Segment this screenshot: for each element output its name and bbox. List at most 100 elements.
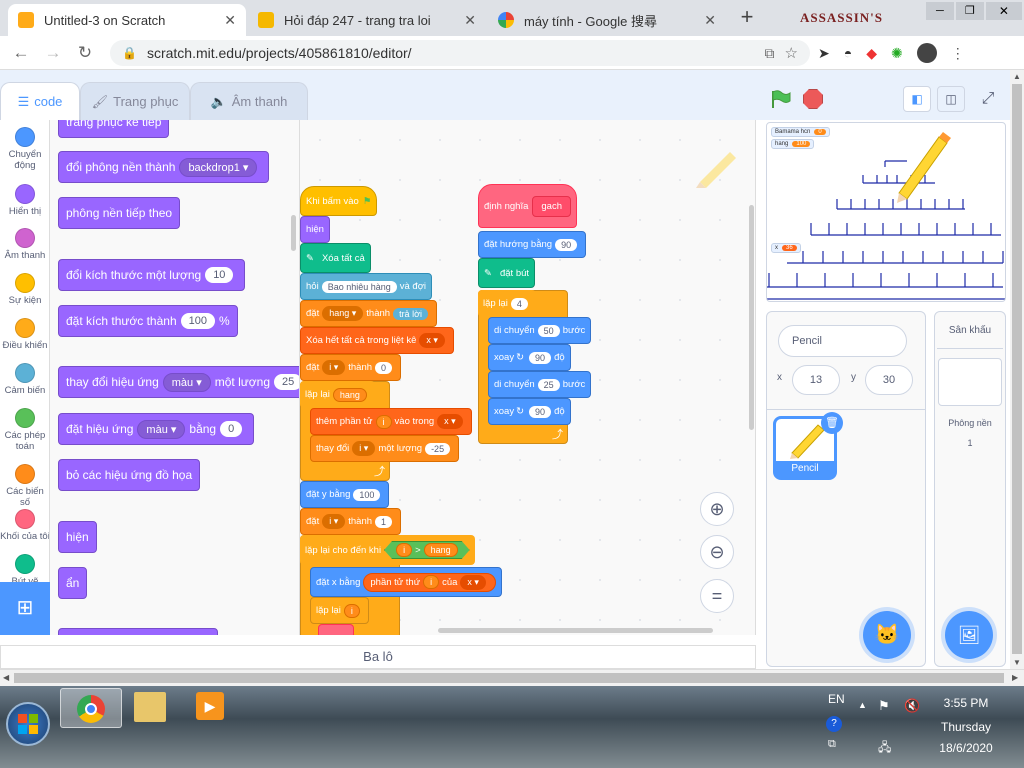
category-events[interactable]: Sự kiện <box>0 273 49 306</box>
palette-block-next-costume[interactable]: trang phục kế tiếp <box>58 120 170 138</box>
set-i-one-block[interactable]: đặt i ▾ thành 1 <box>300 508 402 535</box>
effect-amount-input[interactable]: 25 <box>274 374 299 390</box>
help-icon[interactable]: ? <box>826 716 842 732</box>
scroll-up-icon[interactable]: ▲ <box>1013 72 1021 81</box>
delete-all-of-list-block[interactable]: Xóa hết tất cả trong liệt kê x ▾ <box>300 327 454 354</box>
repeat-count-input[interactable]: 4 <box>510 297 528 310</box>
list-dropdown[interactable]: x ▾ <box>460 574 486 590</box>
cursor-extension-icon[interactable]: ➤ <box>818 45 830 62</box>
scroll-thumb[interactable] <box>1012 84 1022 654</box>
tab-google[interactable]: máy tính - Google 搜尋 ✕ <box>488 4 726 36</box>
palette-block-next-backdrop[interactable]: phông nền tiếp theo <box>58 197 181 229</box>
category-variables[interactable]: Các biến số <box>0 464 49 508</box>
reload-icon[interactable]: ↻ <box>74 42 96 64</box>
ask-and-wait-block[interactable]: hỏi Bao nhiêu hàng và đợi <box>300 273 433 300</box>
list-dropdown[interactable]: x ▾ <box>419 333 445 348</box>
script-vertical-scrollbar[interactable] <box>749 205 754 430</box>
effect-dropdown[interactable]: màu ▾ <box>162 372 211 392</box>
size-input[interactable]: 100 <box>180 313 215 329</box>
variable-dropdown[interactable]: i ▾ <box>322 360 346 375</box>
palette-block-switch-backdrop[interactable]: đổi phông nền thành backdrop1 ▾ <box>58 151 270 183</box>
palette-block-change-effect[interactable]: thay đổi hiệu ứng màu ▾ một lượng 25 <box>58 366 299 398</box>
i-reporter[interactable]: i <box>343 603 360 618</box>
language-indicator[interactable]: EN <box>828 692 845 706</box>
category-looks[interactable]: Hiển thị <box>0 184 49 217</box>
zoom-in-button[interactable]: ⊕ <box>700 492 734 526</box>
palette-scrollbar[interactable] <box>291 215 296 251</box>
set-i-block[interactable]: đặt i ▾ thành 0 <box>300 354 402 381</box>
set-hang-block[interactable]: đặt hang ▾ thành trả lời <box>300 300 437 327</box>
tab-hoidap[interactable]: Hỏi đáp 247 - trang tra loi ✕ <box>248 4 486 36</box>
turn-right-block[interactable]: xoay ↻ 90 độ <box>488 344 571 371</box>
translate-icon[interactable]: ⧉ <box>765 45 775 62</box>
show-block[interactable]: hiện <box>300 216 330 243</box>
choose-sprite-button[interactable]: 🐱 <box>863 611 911 659</box>
back-icon[interactable]: ← <box>10 42 32 64</box>
palette-block-show[interactable]: hiện <box>58 521 97 553</box>
sprite-name-field[interactable]: Pencil <box>778 325 907 357</box>
category-my-blocks[interactable]: Khối của tôi <box>0 509 49 542</box>
network-icon[interactable]: 🖧 <box>878 738 891 759</box>
media-player-icon[interactable]: ▶ <box>196 692 224 720</box>
variable-dropdown[interactable]: i ▾ <box>322 514 346 529</box>
large-stage-button[interactable]: ◫ <box>937 86 965 112</box>
scroll-right-icon[interactable]: ▶ <box>1012 673 1018 682</box>
choose-backdrop-button[interactable]: 🖼 <box>945 611 993 659</box>
menu-kebab-icon[interactable]: ⋮ <box>951 45 965 62</box>
category-control[interactable]: Điều khiển <box>0 318 49 351</box>
bookmark-star-icon[interactable]: ☆ <box>785 44 798 62</box>
close-tab-icon[interactable]: ✕ <box>464 12 476 29</box>
address-bar[interactable]: 🔒 scratch.mit.edu/projects/405861810/edi… <box>110 40 810 66</box>
script-area[interactable]: Khi bấm vào ⚑ hiện ✎ Xóa tất cả hỏi Bao nhi… <box>300 120 756 635</box>
set-y-block[interactable]: đặt y bằng 100 <box>300 481 390 508</box>
forward-icon[interactable]: → <box>42 42 64 64</box>
tab-sounds[interactable]: 🔈 Âm thanh <box>190 82 308 120</box>
item-of-list-reporter[interactable]: phần tử thứ i của x ▾ <box>363 572 496 592</box>
custom-block-name[interactable]: gach <box>532 195 571 217</box>
variable-dropdown[interactable]: hang ▾ <box>322 306 364 321</box>
show-hidden-icons-icon[interactable]: ▲ <box>858 700 867 710</box>
volume-muted-icon[interactable]: 🔇 <box>904 698 920 714</box>
change-i-block[interactable]: thay đổi i ▾ một lượng -25 <box>310 435 460 462</box>
action-center-flag-icon[interactable]: ⚑ <box>878 698 890 714</box>
value-input[interactable]: -25 <box>425 442 451 455</box>
ask-question-input[interactable]: Bao nhiêu hàng <box>321 280 397 293</box>
close-window-icon[interactable]: ✕ <box>985 2 1022 20</box>
category-operators[interactable]: Các phép toán <box>0 408 49 452</box>
palette-block-clear-effects[interactable]: bỏ các hiệu ứng đồ họa <box>58 459 201 491</box>
new-tab-button[interactable]: + <box>734 6 760 30</box>
value-input[interactable]: 100 <box>353 488 381 501</box>
stage-selector-pane[interactable]: Sân khấu Phông nền 1 🖼 <box>934 311 1006 667</box>
page-horizontal-scrollbar[interactable]: ◀ ▶ <box>0 669 1024 686</box>
scroll-left-icon[interactable]: ◀ <box>3 673 9 682</box>
repeat-i-block[interactable]: lặp lại i <box>310 597 369 624</box>
pen-down-block[interactable]: ✎ đặt bút <box>478 258 536 288</box>
network-adapter-icon[interactable]: ⧉ <box>828 738 836 751</box>
scroll-down-icon[interactable]: ▼ <box>1013 658 1021 667</box>
define-gach-block[interactable]: định nghĩa gach <box>478 184 577 228</box>
i-reporter[interactable]: i <box>375 414 392 429</box>
category-sensing[interactable]: Cảm biến <box>0 363 49 396</box>
backdrop-dropdown[interactable]: backdrop1 ▾ <box>179 157 258 177</box>
profile-avatar[interactable] <box>916 43 937 63</box>
i-reporter[interactable]: i <box>423 575 440 589</box>
color-extension-icon[interactable]: ◆ <box>866 45 877 62</box>
clock-time[interactable]: 3:55 PM <box>920 696 1012 710</box>
when-flag-clicked-block[interactable]: Khi bấm vào ⚑ <box>300 186 378 216</box>
file-explorer-icon[interactable] <box>134 692 166 722</box>
close-tab-icon[interactable]: ✕ <box>224 12 236 29</box>
i-reporter[interactable]: i <box>396 543 412 557</box>
palette-block-set-size[interactable]: đặt kích thước thành 100% <box>58 305 238 337</box>
effect-dropdown[interactable]: màu ▾ <box>137 419 186 439</box>
move-steps-block[interactable]: di chuyển 50 bước <box>488 317 592 344</box>
value-input[interactable]: 0 <box>375 361 393 374</box>
taskbar-chrome[interactable] <box>60 688 122 728</box>
scroll-thumb[interactable] <box>14 673 1004 683</box>
minimize-icon[interactable]: ─ <box>926 2 954 20</box>
insert-at-list-block[interactable]: thêm phần tử i vào trong x ▾ <box>310 408 472 435</box>
degrees-input[interactable]: 90 <box>529 351 552 364</box>
maximize-icon[interactable]: ❐ <box>955 2 984 20</box>
tab-scratch[interactable]: Untitled-3 on Scratch ✕ <box>8 4 246 36</box>
direction-input[interactable]: 90 <box>555 238 578 251</box>
list-dropdown[interactable]: x ▾ <box>437 414 463 429</box>
